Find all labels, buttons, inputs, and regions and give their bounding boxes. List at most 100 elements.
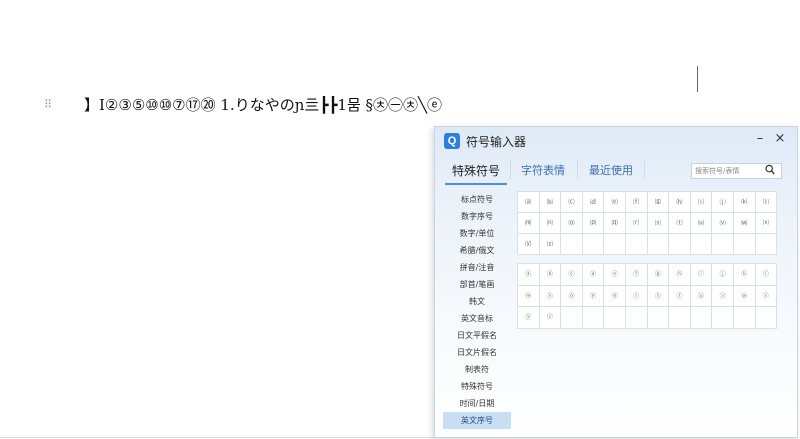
category-item[interactable]: 拼音/注音 xyxy=(443,259,511,276)
symbol-cell[interactable]: ⒤ xyxy=(690,192,713,213)
search-icon[interactable] xyxy=(765,164,775,176)
symbol-cell[interactable]: ⒲ xyxy=(733,213,756,234)
tab-special-symbols[interactable]: 特殊符号 xyxy=(445,159,507,183)
tab-char-emoticons[interactable]: 字符表情 xyxy=(515,159,571,183)
symbol-cell[interactable]: ⓓ xyxy=(582,264,605,286)
empty-cell xyxy=(561,234,583,255)
category-item[interactable]: 数字序号 xyxy=(443,208,511,225)
category-item[interactable]: 希腊/俄文 xyxy=(443,242,511,259)
symbol-cell[interactable]: ⒯ xyxy=(669,213,691,234)
symbol-cell[interactable]: ⓡ xyxy=(625,285,648,307)
category-item[interactable]: 部首/笔画 xyxy=(443,276,511,293)
symbol-cell[interactable]: ⓖ xyxy=(647,264,670,286)
symbol-cell[interactable]: ⓝ xyxy=(539,285,562,307)
symbol-cell[interactable]: ⒱ xyxy=(712,213,734,234)
symbol-cell[interactable]: ⓣ xyxy=(669,285,691,307)
empty-cell xyxy=(625,307,648,329)
document-line[interactable]: ⠿ 】Ⅰ②③⑤⑩⑩⑦⑰⑳ 1.りなやのɲ亖┣┣1뭄 §㉩㊀㉩╲ⓔ xyxy=(44,94,442,114)
empty-cell xyxy=(582,234,605,255)
divider xyxy=(0,437,434,438)
minimize-button[interactable]: – xyxy=(753,131,767,147)
empty-cell xyxy=(712,307,734,329)
symbol-cell[interactable]: ⓘ xyxy=(690,264,713,286)
symbol-cell[interactable]: ⒣ xyxy=(669,192,691,213)
tab-separator xyxy=(510,159,511,179)
symbol-cell[interactable]: ⒞ xyxy=(561,192,583,213)
dialog-titlebar[interactable]: Q 符号输入器 – × xyxy=(435,127,797,157)
symbol-cell[interactable]: ⒜ xyxy=(518,192,540,213)
empty-cell xyxy=(733,307,756,329)
symbol-cell[interactable]: ⓗ xyxy=(669,264,691,286)
category-item[interactable]: 数字/单位 xyxy=(443,225,511,242)
empty-cell xyxy=(690,307,713,329)
symbol-cell[interactable]: ⒠ xyxy=(604,192,626,213)
empty-cell xyxy=(647,307,670,329)
symbol-cell[interactable]: ⓜ xyxy=(518,285,540,307)
symbol-cell[interactable]: ⓛ xyxy=(755,264,778,286)
symbol-cell[interactable]: ⒪ xyxy=(561,213,583,234)
active-tab-indicator xyxy=(445,183,507,185)
category-item[interactable]: 制表符 xyxy=(443,361,511,378)
category-list: 标点符号 数字序号 数字/单位 希腊/俄文 拼音/注音 部首/笔画 韩文 英文音… xyxy=(443,191,511,429)
text-cursor xyxy=(697,66,698,92)
symbol-cell[interactable]: ⓐ xyxy=(518,264,540,286)
category-item-selected[interactable]: 英文序号 xyxy=(443,412,511,429)
symbol-cell[interactable]: ⓦ xyxy=(733,285,756,307)
symbol-cell[interactable]: ⓠ xyxy=(604,285,626,307)
symbol-cell[interactable]: ⒫ xyxy=(582,213,605,234)
symbol-cell[interactable]: ⒥ xyxy=(712,192,734,213)
symbol-cell[interactable]: ⒟ xyxy=(582,192,605,213)
empty-cell xyxy=(561,307,583,329)
drag-handle-icon[interactable]: ⠿ xyxy=(44,98,64,111)
symbol-cell[interactable]: ⓙ xyxy=(712,264,734,286)
symbol-cell[interactable]: ⒡ xyxy=(625,192,648,213)
symbol-cell[interactable]: ⓩ xyxy=(539,307,562,329)
empty-cell xyxy=(755,307,778,329)
symbol-grid-circled: ⓐ ⓑ ⓒ ⓓ ⓔ ⓕ ⓖ ⓗ ⓘ ⓙ ⓚ ⓛ ⓜ ⓝ ⓞ ⓟ ⓠ ⓡ ⓢ ⓣ ⓤ ⓥ ⓦ ⓧ ⓨ ⓩ xyxy=(517,263,778,329)
symbol-cell[interactable]: ⒨ xyxy=(518,213,540,234)
symbol-cell[interactable]: ⓨ xyxy=(518,307,540,329)
symbol-cell[interactable]: ⓚ xyxy=(733,264,756,286)
symbol-cell[interactable]: ⒵ xyxy=(539,234,562,255)
symbol-cell[interactable]: ⒢ xyxy=(647,192,670,213)
symbol-cell[interactable]: ⒭ xyxy=(625,213,648,234)
empty-cell xyxy=(755,234,778,255)
symbol-cell[interactable]: ⓕ xyxy=(625,264,648,286)
category-item[interactable]: 特殊符号 xyxy=(443,378,511,395)
category-item[interactable]: 日文平假名 xyxy=(443,327,511,344)
symbol-cell[interactable]: ⓢ xyxy=(647,285,670,307)
symbol-cell[interactable]: ⒦ xyxy=(733,192,756,213)
empty-cell xyxy=(625,234,648,255)
close-button[interactable]: × xyxy=(773,131,787,147)
symbol-grid-parenthesized: ⒜ ⒝ ⒞ ⒟ ⒠ ⒡ ⒢ ⒣ ⒤ ⒥ ⒦ ⒧ ⒨ ⒩ ⒪ ⒫ ⒬ ⒭ ⒮ ⒯ ⒰ ⒱ ⒲ ⒳ ⒴ ⒵ xyxy=(517,191,778,255)
symbol-cell[interactable]: ⓒ xyxy=(561,264,583,286)
symbol-cell[interactable]: ⒳ xyxy=(755,213,778,234)
category-item[interactable]: 时间/日期 xyxy=(443,395,511,412)
symbol-cell[interactable]: ⓞ xyxy=(561,285,583,307)
symbol-cell[interactable]: ⒩ xyxy=(539,213,562,234)
symbol-cell[interactable]: ⓤ xyxy=(690,285,713,307)
category-item[interactable]: 标点符号 xyxy=(443,191,511,208)
empty-cell xyxy=(604,234,626,255)
empty-cell xyxy=(669,234,691,255)
symbol-cell[interactable]: ⒴ xyxy=(518,234,540,255)
empty-cell xyxy=(647,234,670,255)
symbol-cell[interactable]: ⒰ xyxy=(690,213,713,234)
symbol-cell[interactable]: ⒝ xyxy=(539,192,562,213)
empty-cell xyxy=(669,307,691,329)
symbol-cell[interactable]: ⓟ xyxy=(582,285,605,307)
tab-separator xyxy=(644,159,645,179)
symbol-cell[interactable]: ⓥ xyxy=(712,285,734,307)
dialog-title: 符号输入器 xyxy=(466,135,527,149)
symbol-cell[interactable]: ⓔ xyxy=(604,264,626,286)
category-item[interactable]: 韩文 xyxy=(443,293,511,310)
tab-recent[interactable]: 最近使用 xyxy=(583,159,639,183)
document-text[interactable]: 】Ⅰ②③⑤⑩⑩⑦⑰⑳ 1.りなやのɲ亖┣┣1뭄 §㉩㊀㉩╲ⓔ xyxy=(84,94,442,115)
symbol-cell[interactable]: ⒧ xyxy=(755,192,778,213)
symbol-cell[interactable]: ⓧ xyxy=(755,285,778,307)
category-item[interactable]: 日文片假名 xyxy=(443,344,511,361)
category-item[interactable]: 英文音标 xyxy=(443,310,511,327)
symbol-cell[interactable]: ⒮ xyxy=(647,213,670,234)
symbol-cell[interactable]: ⒬ xyxy=(604,213,626,234)
symbol-cell[interactable]: ⓑ xyxy=(539,264,562,286)
